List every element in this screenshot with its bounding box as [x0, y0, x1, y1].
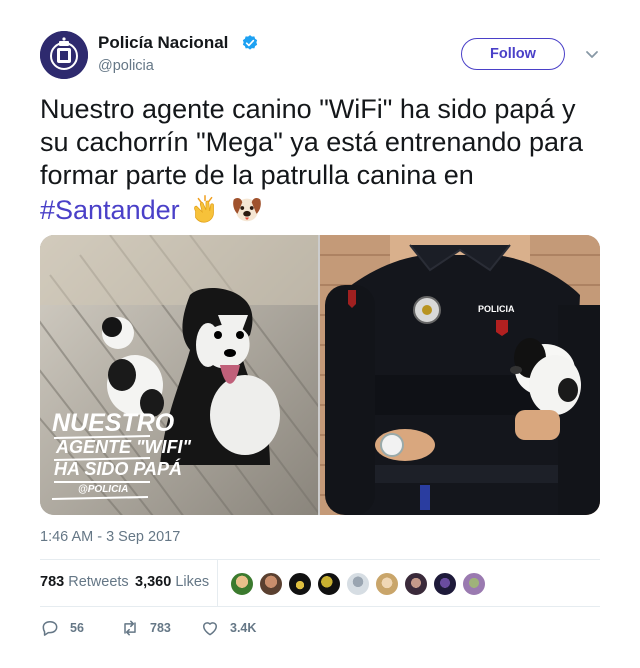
tweet-timestamp[interactable]: 1:46 AM - 3 Sep 2017 — [40, 529, 180, 545]
chevron-down-icon[interactable] — [584, 46, 600, 62]
tweet-stats: 783 Retweets 3,360 Likes — [40, 560, 600, 606]
vest-label: POLICIA — [478, 304, 515, 314]
overlay-line-1: NUESTRO — [52, 409, 175, 437]
divider — [40, 606, 600, 607]
retweets-count: 783 — [40, 574, 65, 590]
liker-avatar[interactable] — [317, 572, 341, 596]
retweet-icon — [124, 620, 136, 636]
author-name[interactable]: Policía Nacional — [98, 33, 228, 53]
likes-label: Likes — [175, 574, 210, 590]
photo-dogs[interactable]: NUESTRO AGENTE "WIFI" HA SIDO PAPÁ @POLI… — [40, 235, 341, 515]
likes-stat[interactable]: 3,360 Likes — [135, 574, 209, 590]
liker-avatar[interactable] — [346, 572, 370, 596]
heart-icon — [203, 622, 217, 636]
reply-icon — [42, 621, 58, 636]
liker-avatar[interactable] — [375, 572, 399, 596]
photo-officer-puppy[interactable]: POLICIA — [320, 235, 600, 515]
dogs-photo-image: NUESTRO AGENTE "WIFI" HA SIDO PAPÁ @POLI… — [40, 235, 341, 515]
avatar[interactable] — [40, 31, 88, 79]
clapping-hands-emoji — [193, 195, 214, 223]
overlay-line-4: @POLICIA — [78, 484, 128, 495]
overlay-line-3: HA SIDO PAPÁ — [54, 458, 182, 479]
likes-count: 3,360 — [135, 574, 172, 590]
tweet-body: Nuestro agente canino "WiFi" ha sido pap… — [40, 94, 583, 190]
overlay-line-2: AGENTE "WIFI" — [55, 437, 192, 457]
like-count: 3.4K — [230, 621, 257, 635]
police-emblem-icon — [40, 31, 88, 79]
liker-avatar[interactable] — [433, 572, 457, 596]
retweet-button[interactable]: 783 — [120, 617, 171, 639]
officer-photo-image: POLICIA — [320, 235, 600, 515]
tweet-text: Nuestro agente canino "WiFi" ha sido pap… — [40, 93, 610, 227]
hashtag-link[interactable]: #Santander — [40, 195, 180, 225]
liker-avatar[interactable] — [462, 572, 486, 596]
like-button[interactable]: 3.4K — [200, 617, 256, 639]
media-grid[interactable]: NUESTRO AGENTE "WIFI" HA SIDO PAPÁ @POLI… — [40, 235, 600, 515]
reply-count: 56 — [70, 621, 84, 635]
retweets-stat[interactable]: 783 Retweets — [40, 574, 129, 590]
stats-divider — [217, 560, 218, 606]
liker-avatar[interactable] — [404, 572, 428, 596]
liker-avatar[interactable] — [259, 572, 283, 596]
verified-badge-icon — [242, 35, 258, 50]
liker-avatar[interactable] — [288, 572, 312, 596]
retweets-label: Retweets — [68, 574, 129, 590]
dog-face-emoji — [232, 197, 261, 222]
follow-button[interactable]: Follow — [461, 38, 565, 70]
liker-avatar[interactable] — [230, 572, 254, 596]
reply-button[interactable]: 56 — [40, 617, 84, 639]
retweet-count: 783 — [150, 621, 171, 635]
author-handle[interactable]: @policia — [98, 58, 154, 74]
